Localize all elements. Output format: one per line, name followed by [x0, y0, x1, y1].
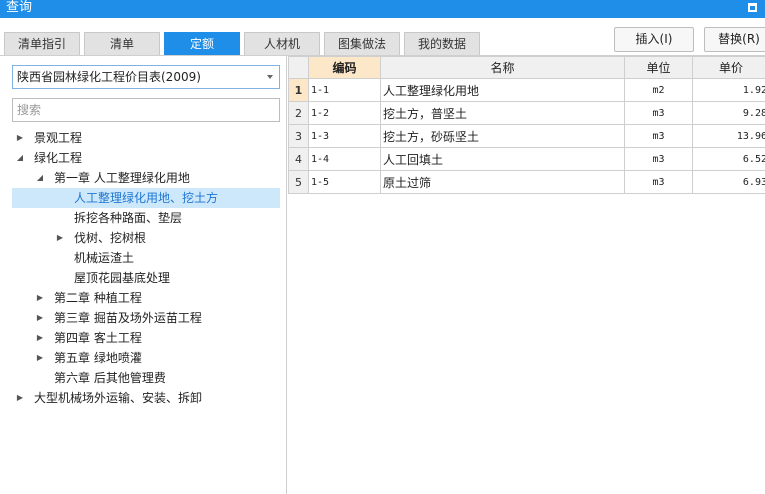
- cell-price[interactable]: 1.92: [692, 78, 765, 102]
- expand-icon[interactable]: ▶: [34, 308, 46, 328]
- tree-node-roof-garden[interactable]: 屋顶花园基底处理: [12, 268, 280, 288]
- cell-unit[interactable]: m3: [624, 147, 693, 171]
- tree-node-label: 第三章 掘苗及场外运苗工程: [54, 311, 202, 325]
- tree-node-label: 伐树、挖树根: [74, 231, 147, 245]
- quota-grid: 编码 名称 单位 单价 1 1-1 人工整理绿化用地 m2 1.92 2 1-2…: [288, 56, 765, 494]
- tree-node-label: 拆挖各种路面、垫层: [74, 211, 183, 225]
- insert-button[interactable]: 插入(I): [614, 27, 694, 52]
- table-row[interactable]: 3 1-3 挖土方，砂砾坚土 m3 13.96: [288, 124, 765, 148]
- tree-node-selected[interactable]: 人工整理绿化用地、挖土方: [12, 188, 280, 208]
- table-row[interactable]: 2 1-2 挖土方，普坚土 m3 9.28: [288, 101, 765, 125]
- cell-price[interactable]: 9.28: [692, 101, 765, 125]
- tab-my-data[interactable]: 我的数据: [404, 32, 480, 56]
- tree-node-chapter-4[interactable]: ▶ 第四章 客土工程: [12, 328, 280, 348]
- category-tree: ▶ 景观工程 ◢ 绿化工程 ◢ 第一章 人工整理绿化用地 人工整理绿化用地、挖土…: [12, 128, 280, 408]
- column-header-name[interactable]: 名称: [380, 56, 625, 79]
- tree-node-chapter-1[interactable]: ◢ 第一章 人工整理绿化用地: [12, 168, 280, 188]
- tree-node-label: 第五章 绿地喷灌: [54, 351, 142, 365]
- row-number: 5: [288, 170, 309, 194]
- cell-code[interactable]: 1-4: [308, 147, 381, 171]
- collapse-icon[interactable]: ◢: [34, 168, 46, 188]
- tree-node-greening[interactable]: ◢ 绿化工程: [12, 148, 280, 168]
- row-number: 2: [288, 101, 309, 125]
- cell-code[interactable]: 1-5: [308, 170, 381, 194]
- tab-list[interactable]: 清单: [84, 32, 160, 56]
- tree-node-label: 第四章 客土工程: [54, 331, 142, 345]
- tab-list-guide[interactable]: 清单指引: [4, 32, 80, 56]
- expand-icon[interactable]: ▶: [34, 328, 46, 348]
- row-number: 1: [288, 78, 309, 102]
- search-input[interactable]: [12, 98, 280, 122]
- tree-node-label: 第六章 后其他管理费: [54, 371, 166, 385]
- cell-code[interactable]: 1-3: [308, 124, 381, 148]
- expand-icon[interactable]: ▶: [14, 128, 26, 148]
- column-header-code[interactable]: 编码: [308, 56, 381, 79]
- tree-node-label: 大型机械场外运输、安装、拆卸: [34, 391, 203, 405]
- tree-node-label: 景观工程: [34, 131, 83, 145]
- expand-icon[interactable]: ▶: [14, 388, 26, 408]
- tree-node-muck-transport[interactable]: 机械运渣土: [12, 248, 280, 268]
- tree-node-label: 第二章 种植工程: [54, 291, 142, 305]
- cell-unit[interactable]: m3: [624, 170, 693, 194]
- chevron-down-icon[interactable]: [267, 75, 273, 79]
- table-row[interactable]: 5 1-5 原土过筛 m3 6.93: [288, 170, 765, 194]
- window-title: 查询: [6, 0, 33, 15]
- tree-node-large-machinery[interactable]: ▶ 大型机械场外运输、安装、拆卸: [12, 388, 280, 408]
- catalog-select-value: 陕西省园林绿化工程价目表(2009): [17, 70, 201, 84]
- row-number: 3: [288, 124, 309, 148]
- cell-code[interactable]: 1-1: [308, 78, 381, 102]
- cell-name[interactable]: 挖土方，普坚土: [380, 101, 625, 125]
- tree-node-label: 第一章 人工整理绿化用地: [54, 171, 190, 185]
- table-row[interactable]: 4 1-4 人工回填土 m3 6.52: [288, 147, 765, 171]
- tree-node-chapter-2[interactable]: ▶ 第二章 种植工程: [12, 288, 280, 308]
- column-header-unit[interactable]: 单位: [624, 56, 693, 79]
- tree-node-tree-felling[interactable]: ▶ 伐树、挖树根: [12, 228, 280, 248]
- cell-name[interactable]: 原土过筛: [380, 170, 625, 194]
- cell-unit[interactable]: m3: [624, 124, 693, 148]
- cell-unit[interactable]: m3: [624, 101, 693, 125]
- cell-name[interactable]: 挖土方，砂砾坚土: [380, 124, 625, 148]
- collapse-icon[interactable]: ◢: [14, 148, 26, 168]
- catalog-select[interactable]: 陕西省园林绿化工程价目表(2009): [12, 65, 280, 89]
- tree-node-pavement-removal[interactable]: 拆挖各种路面、垫层: [12, 208, 280, 228]
- expand-icon[interactable]: ▶: [34, 348, 46, 368]
- tree-node-chapter-6[interactable]: 第六章 后其他管理费: [12, 368, 280, 388]
- title-bar: 查询: [0, 0, 765, 18]
- replace-button[interactable]: 替换(R): [704, 27, 765, 52]
- row-number-header: [288, 56, 309, 79]
- tab-atlas-method[interactable]: 图集做法: [324, 32, 400, 56]
- tab-labor-material-machine[interactable]: 人材机: [244, 32, 320, 56]
- tree-node-label: 机械运渣土: [74, 251, 135, 265]
- tree-node-label: 人工整理绿化用地、挖土方: [74, 191, 219, 205]
- left-panel: 陕西省园林绿化工程价目表(2009) ▶ 景观工程 ◢ 绿化工程 ◢ 第一章 人…: [0, 56, 287, 494]
- tree-node-chapter-5[interactable]: ▶ 第五章 绿地喷灌: [12, 348, 280, 368]
- cell-price[interactable]: 6.93: [692, 170, 765, 194]
- restore-icon[interactable]: [748, 3, 757, 12]
- cell-price[interactable]: 13.96: [692, 124, 765, 148]
- tab-bar: 清单指引 清单 定额 人材机 图集做法 我的数据 插入(I) 替换(R): [0, 18, 765, 56]
- tab-quota[interactable]: 定额: [164, 32, 240, 56]
- cell-name[interactable]: 人工回填土: [380, 147, 625, 171]
- quota-table: 编码 名称 单位 单价 1 1-1 人工整理绿化用地 m2 1.92 2 1-2…: [288, 56, 765, 194]
- table-row[interactable]: 1 1-1 人工整理绿化用地 m2 1.92: [288, 78, 765, 102]
- column-header-price[interactable]: 单价: [692, 56, 765, 79]
- cell-price[interactable]: 6.52: [692, 147, 765, 171]
- cell-name[interactable]: 人工整理绿化用地: [380, 78, 625, 102]
- tree-node-landscape[interactable]: ▶ 景观工程: [12, 128, 280, 148]
- cell-code[interactable]: 1-2: [308, 101, 381, 125]
- expand-icon[interactable]: ▶: [54, 228, 66, 248]
- tree-node-label: 屋顶花园基底处理: [74, 271, 171, 285]
- tree-node-label: 绿化工程: [34, 151, 83, 165]
- tree-node-chapter-3[interactable]: ▶ 第三章 掘苗及场外运苗工程: [12, 308, 280, 328]
- expand-icon[interactable]: ▶: [34, 288, 46, 308]
- cell-unit[interactable]: m2: [624, 78, 693, 102]
- table-header-row: 编码 名称 单位 单价: [288, 56, 765, 79]
- row-number: 4: [288, 147, 309, 171]
